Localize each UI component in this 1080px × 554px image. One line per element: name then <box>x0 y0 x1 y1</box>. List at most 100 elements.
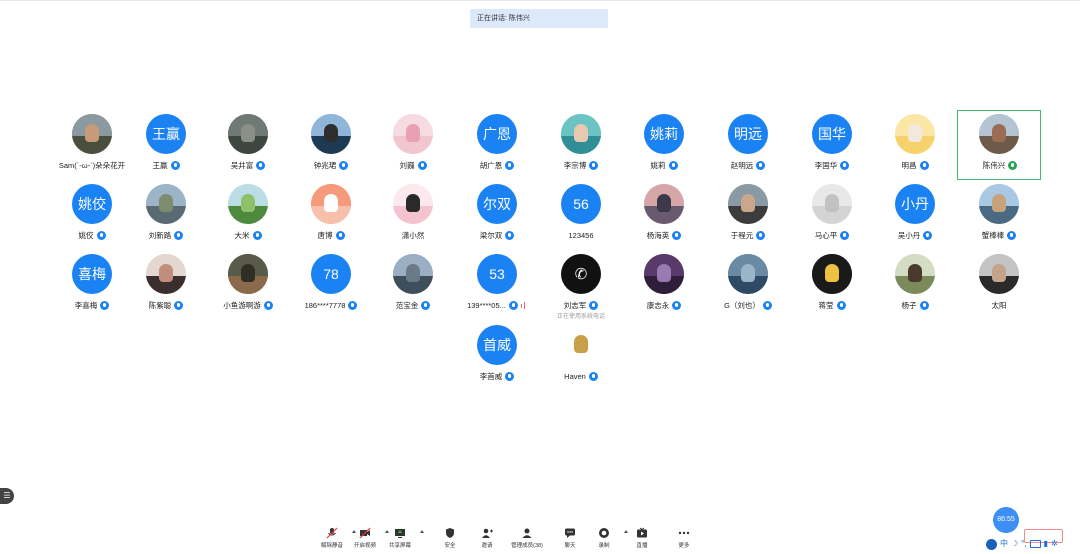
participant-tile[interactable]: 杨海英 <box>622 184 706 246</box>
participant-avatar: 姚莉 <box>644 114 684 154</box>
participant-tile[interactable]: 56 123456 <box>539 184 623 246</box>
mic-icon <box>840 230 850 240</box>
participant-tile[interactable]: 唐博 <box>289 184 373 246</box>
participant-name-row: 潇小然 <box>371 229 455 241</box>
participant-tile[interactable]: 于程元 <box>706 184 790 246</box>
toolbar-button-label: 共享屏幕 <box>388 543 411 549</box>
participant-tile[interactable]: 尔双 梁尔双 <box>455 184 539 246</box>
participant-tile[interactable]: Haven <box>539 325 623 387</box>
participant-tile[interactable]: 53 139****05... <box>455 254 539 316</box>
participant-tile[interactable]: 刘巍 <box>371 114 455 176</box>
participant-name-row: 钟兆珺 <box>289 159 373 171</box>
participant-name-row: 李喜梅 <box>50 299 134 311</box>
participant-avatar: 小丹 <box>895 184 935 224</box>
participant-avatar <box>979 114 1019 154</box>
participant-name-row: 李首威 <box>455 370 539 382</box>
participant-name-row: 139****05... <box>455 299 539 311</box>
participant-tile[interactable]: 钟兆珺 <box>289 114 373 176</box>
participant-tile[interactable]: 王赢 王赢 <box>124 114 208 176</box>
participant-tile[interactable]: 78 186****7778 <box>289 254 373 316</box>
volume-bars-icon <box>520 301 527 309</box>
participant-tile[interactable]: 杨子 <box>873 254 957 316</box>
participant-tile[interactable]: 小丹 吴小丹 <box>873 184 957 246</box>
mic-icon <box>508 300 518 310</box>
participant-avatar: 53 <box>477 254 517 294</box>
participant-tile[interactable]: 范宝金 <box>371 254 455 316</box>
mic-icon <box>589 300 599 310</box>
participant-name-row: 小鱼游啊游 <box>206 299 290 311</box>
participant-name-row: 明昌 <box>873 159 957 171</box>
participant-name-row: 蒋莹 <box>790 299 874 311</box>
participant-tile[interactable]: 蒋莹 <box>790 254 874 316</box>
mic-icon <box>421 300 431 310</box>
mic-icon <box>348 300 358 310</box>
tray-mic-icon[interactable]: ▮ <box>1044 537 1048 551</box>
participant-tile[interactable]: 明远 赵明远 <box>706 114 790 176</box>
participant-name-row: Sam(´-ω-`)朵朵花开 <box>50 159 134 171</box>
participant-name-row: 范宝金 <box>371 299 455 311</box>
toolbar-button-invite[interactable]: 邀请 <box>465 524 509 552</box>
participant-avatar <box>228 254 268 294</box>
participant-name: 潇小然 <box>401 230 425 240</box>
tray-gear-icon[interactable]: ✲ <box>1051 537 1058 551</box>
participant-name-row: 胡广恩 <box>455 159 539 171</box>
avatar-photo-figure <box>657 194 671 212</box>
toolbar-button-live[interactable]: 直播 <box>620 524 664 552</box>
participant-tile[interactable]: 大米 <box>206 184 290 246</box>
mic-icon <box>417 160 427 170</box>
participant-name-row: 陈伟兴 <box>958 159 1042 171</box>
toolbar-button-members[interactable]: 管理成员(38) <box>505 524 549 552</box>
toolbar-button-share-screen[interactable]: 共享屏幕 <box>378 524 424 552</box>
participant-tile[interactable]: 姚佼 姚佼 <box>50 184 134 246</box>
participant-tile[interactable]: 蟹棒棒 <box>957 184 1041 246</box>
participant-name-row: 唐博 <box>289 229 373 241</box>
punctuation-icon[interactable]: °, <box>1021 537 1026 551</box>
participant-name-row: 于程元 <box>706 229 790 241</box>
mic-icon <box>672 230 682 240</box>
participant-avatar: 56 <box>561 184 601 224</box>
participant-tile[interactable]: 喜梅 李喜梅 <box>50 254 134 316</box>
participant-avatar: 尔双 <box>477 184 517 224</box>
participant-tile[interactable]: 李宗博 <box>539 114 623 176</box>
participant-tile[interactable]: 刘新路 <box>124 184 208 246</box>
participant-tile[interactable]: 明昌 <box>873 114 957 176</box>
participant-tile[interactable]: 陈伟兴 <box>957 110 1041 180</box>
participant-tile[interactable]: 小鱼游啊游 <box>206 254 290 316</box>
participant-tile[interactable]: 康志永 <box>622 254 706 316</box>
toolbar-button-more[interactable]: 更多 <box>662 524 706 552</box>
list-toggle-button[interactable]: ☰ <box>0 488 14 504</box>
participant-name-row: G（刘也） <box>706 299 790 311</box>
participant-tile[interactable]: 广恩 胡广恩 <box>455 114 539 176</box>
more-icon <box>678 526 690 537</box>
participant-tile[interactable]: 吴井富 <box>206 114 290 176</box>
participant-tile[interactable]: 首威 李首威 <box>455 325 539 387</box>
mic-icon <box>919 300 929 310</box>
moon-icon[interactable]: ☽ <box>1011 537 1018 551</box>
ime-logo-icon[interactable] <box>986 538 997 550</box>
participant-name-row: 大米 <box>206 229 290 241</box>
caret-up-icon[interactable] <box>420 530 424 533</box>
live-icon <box>636 526 648 538</box>
participant-tile[interactable]: 潇小然 <box>371 184 455 246</box>
participant-tile[interactable]: ✆ 刘志军 正在使用系统电话 <box>539 254 623 320</box>
participant-avatar <box>393 114 433 154</box>
participant-tile[interactable]: G（刘也） <box>706 254 790 316</box>
toolbar-button-label: 邀请 <box>481 543 493 549</box>
participant-name: 刘巍 <box>399 160 415 170</box>
avatar-photo-figure <box>406 124 420 142</box>
participant-name: 李首威 <box>479 371 503 381</box>
avatar-photo-figure <box>159 194 173 212</box>
participant-tile[interactable]: Sam(´-ω-`)朵朵花开 <box>50 114 134 176</box>
participant-tile[interactable]: 太阳 <box>957 254 1041 316</box>
ime-language-label[interactable]: 中 <box>1000 537 1008 551</box>
keyboard-icon[interactable] <box>1029 540 1041 548</box>
participant-tile[interactable]: 陈紫聪 <box>124 254 208 316</box>
participant-tile[interactable]: 马心平 <box>790 184 874 246</box>
participant-tile[interactable]: 国华 李国华 <box>790 114 874 176</box>
participant-avatar <box>228 184 268 224</box>
participant-tile[interactable]: 姚莉 姚莉 <box>622 114 706 176</box>
mic-icon <box>505 230 515 240</box>
mic-icon <box>840 160 850 170</box>
participant-name: 梁尔双 <box>479 230 503 240</box>
avatar-photo-figure <box>825 194 839 212</box>
